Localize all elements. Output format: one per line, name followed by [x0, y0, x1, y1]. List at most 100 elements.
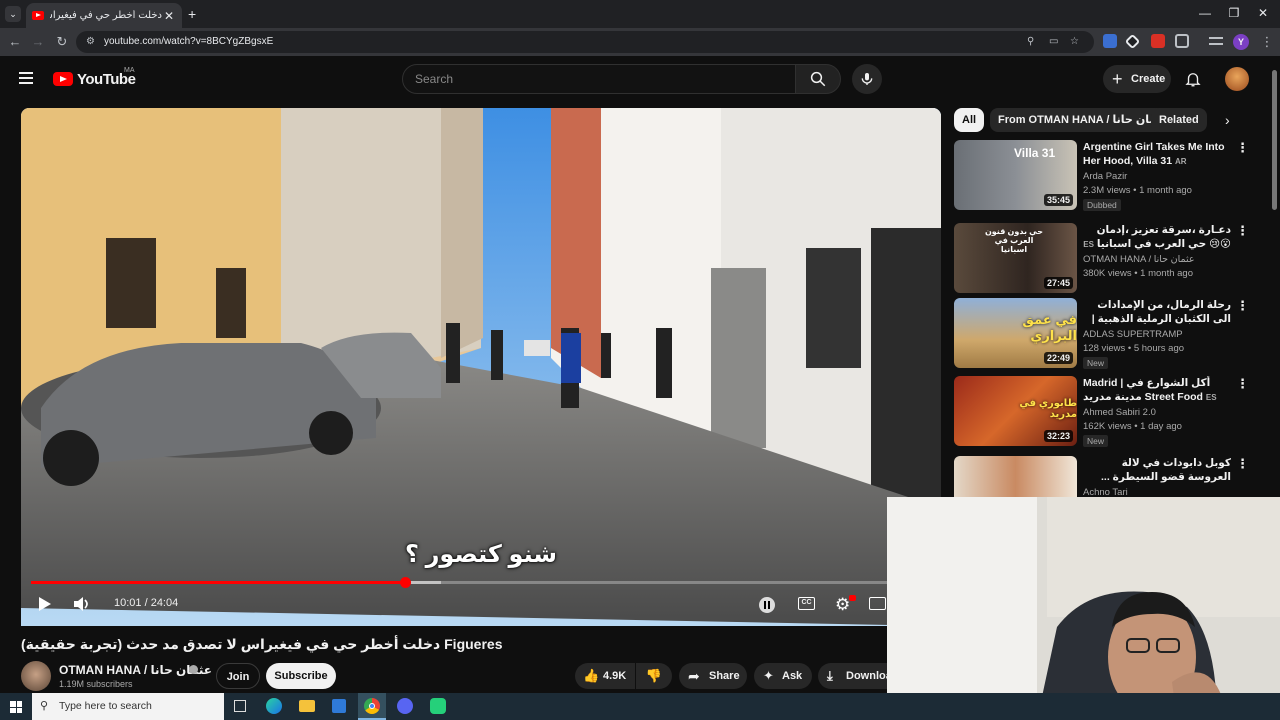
chip-related[interactable]: Related [1151, 108, 1207, 132]
video-title: Argentine Girl Takes Me Into Her Hood, V… [1083, 141, 1225, 167]
browser-tab[interactable]: دخلت أخطر حي في فيغيراس لا ت... ✕ [26, 3, 182, 28]
tab-title: دخلت أخطر حي في فيغيراس لا ت... [50, 10, 162, 21]
extensions-puzzle-icon[interactable] [1175, 34, 1189, 48]
like-count: 4.9K [603, 670, 627, 682]
store-icon[interactable] [332, 699, 346, 713]
download-icon: ⤓ [827, 668, 833, 683]
minimize-button[interactable]: — [1190, 4, 1220, 22]
taskbar-search-input[interactable]: Type here to search [32, 693, 224, 720]
subscribe-button[interactable]: Subscribe [266, 663, 336, 689]
tab-search-button[interactable]: ⌄ [5, 6, 21, 22]
video-thumbnail[interactable]: حي بدون قنون العرب في اسبانيا 27:45 [954, 223, 1077, 293]
video-duration: 22:49 [1043, 352, 1073, 364]
chip-from-channel[interactable]: From OTMAN HANA / عثمان حانا [990, 108, 1177, 132]
forward-arrow-icon[interactable]: → [29, 33, 47, 51]
recommendation-item[interactable]: في عمق البراري 22:49 رحلة الرمال، من الإ… [954, 298, 1254, 370]
webcam-feed [887, 497, 1280, 720]
back-arrow-icon[interactable]: ← [6, 33, 24, 51]
more-options-icon[interactable]: ⋮ [1236, 140, 1249, 158]
miniplayer-icon[interactable] [869, 597, 886, 610]
voice-search-button[interactable] [852, 64, 882, 94]
dislike-button[interactable]: 👎 [636, 663, 672, 689]
notifications-bell-icon[interactable] [1184, 70, 1202, 88]
plus-icon: + [1112, 69, 1123, 89]
close-window-button[interactable]: ✕ [1248, 4, 1278, 22]
ask-label: Ask [782, 670, 803, 682]
edge-browser-icon[interactable] [266, 698, 282, 714]
app-icon[interactable] [430, 698, 446, 714]
translate-extension-icon[interactable] [1103, 34, 1117, 48]
search-button[interactable] [795, 64, 841, 94]
thumbnail-text: في عمق البراري [1022, 312, 1077, 343]
video-thumbnail[interactable]: في عمق البراري 22:49 [954, 298, 1077, 368]
task-view-icon[interactable] [234, 700, 246, 712]
chevron-right-icon[interactable]: › [1225, 112, 1230, 128]
thumbnail-text: حي بدون قنون العرب في اسبانيا [984, 227, 1044, 254]
windows-start-icon[interactable] [10, 701, 22, 713]
bookmark-star-icon[interactable]: ☆ [1070, 31, 1079, 53]
channel-name[interactable]: Arda Pazir [1083, 171, 1127, 182]
more-options-icon[interactable]: ⋮ [1236, 456, 1249, 474]
more-options-icon[interactable]: ⋮ [1236, 223, 1249, 241]
play-icon[interactable] [37, 596, 53, 612]
recommendation-item[interactable]: طابوري في مدريد 32:23 Madrid | أكل الشوا… [954, 376, 1254, 448]
reload-icon[interactable]: ↻ [53, 33, 71, 51]
new-tab-button[interactable]: + [188, 5, 202, 23]
share-arrow-icon: ➦ [688, 668, 700, 684]
zoom-icon[interactable]: ⚲ [1027, 31, 1034, 53]
pdf-extension-icon[interactable] [1151, 34, 1165, 48]
recommendation-item[interactable]: حي بدون قنون العرب في اسبانيا 27:45 دعـا… [954, 223, 1254, 295]
recommendation-item[interactable]: Villa 31 35:45 Argentine Girl Takes Me I… [954, 140, 1254, 212]
search-input[interactable]: Search [402, 64, 796, 94]
sparkle-icon: ✦ [763, 668, 774, 683]
video-meta: 128 views • 5 hours ago [1083, 343, 1185, 354]
discord-icon[interactable] [397, 698, 413, 714]
address-bar[interactable]: ⚙ youtube.com/watch?v=8BCYgZBgsxE ⚲ ▭ ☆ [76, 31, 1094, 53]
video-title: Madrid | أكل الشوارع في مدينة مدريد Stre… [1083, 377, 1217, 403]
settings-gear-icon[interactable]: ⚙ [835, 595, 850, 615]
share-label: Share [709, 670, 740, 682]
volume-icon[interactable] [73, 596, 91, 612]
channel-avatar[interactable] [21, 661, 51, 691]
more-options-icon[interactable]: ⋮ [1236, 298, 1249, 316]
video-player[interactable]: شنو كتصور ؟ 10:01 / 24:04 CC ⚙ [21, 108, 941, 626]
file-explorer-icon[interactable] [299, 700, 315, 712]
chrome-taskbar-icon[interactable] [358, 693, 386, 720]
video-thumbnail[interactable]: Villa 31 35:45 [954, 140, 1077, 210]
restore-button[interactable]: ❐ [1219, 4, 1249, 22]
close-tab-icon[interactable]: ✕ [162, 9, 176, 23]
thumbnail-text: Villa 31 [1014, 146, 1056, 160]
create-label: Create [1131, 73, 1166, 85]
more-options-icon[interactable]: ⋮ [1236, 376, 1249, 394]
country-code: MA [124, 67, 135, 74]
video-duration: 35:45 [1043, 194, 1073, 206]
join-button[interactable]: Join [216, 663, 260, 689]
extension-icon[interactable] [1124, 33, 1141, 50]
account-avatar[interactable] [1225, 67, 1249, 91]
captions-button[interactable]: CC [798, 597, 815, 610]
page-scrollbar[interactable] [1272, 70, 1277, 210]
create-button[interactable]: + Create [1103, 65, 1171, 93]
hamburger-menu-icon[interactable] [19, 72, 33, 84]
browser-toolbar: ← → ↻ ⚙ youtube.com/watch?v=8BCYgZBgsxE … [0, 28, 1280, 56]
site-info-icon[interactable]: ⚙ [86, 31, 95, 53]
ask-button[interactable]: ✦ Ask [754, 663, 812, 689]
autoplay-toggle[interactable] [759, 597, 775, 613]
reading-list-icon[interactable] [1209, 37, 1223, 45]
profile-avatar[interactable]: Y [1233, 34, 1249, 50]
video-thumbnail[interactable]: طابوري في مدريد 32:23 [954, 376, 1077, 446]
url-text: youtube.com/watch?v=8BCYgZBgsxE [104, 36, 274, 47]
video-meta: 380K views • 1 month ago [1083, 268, 1194, 279]
like-button[interactable]: 👍 4.9K [575, 663, 635, 689]
video-duration: 27:45 [1043, 277, 1073, 289]
share-button[interactable]: ➦ Share [679, 663, 747, 689]
thumbs-down-icon: 👎 [645, 668, 663, 683]
channel-name[interactable]: OTMAN HANA / عثمان حانا [1083, 254, 1195, 265]
thumbs-up-icon: 👍 [583, 668, 600, 683]
video-title: دخلت أخطر حي في فيغيراس لا تصدق مد حدث (… [21, 636, 503, 652]
channel-name[interactable]: Ahmed Sabiri 2.0 [1083, 407, 1156, 418]
channel-name[interactable]: ADLAS SUPERTRAMP [1083, 329, 1183, 340]
chip-all[interactable]: All [954, 108, 985, 132]
cast-icon[interactable]: ▭ [1049, 31, 1058, 53]
chrome-menu-icon[interactable]: ⋮ [1258, 33, 1276, 51]
